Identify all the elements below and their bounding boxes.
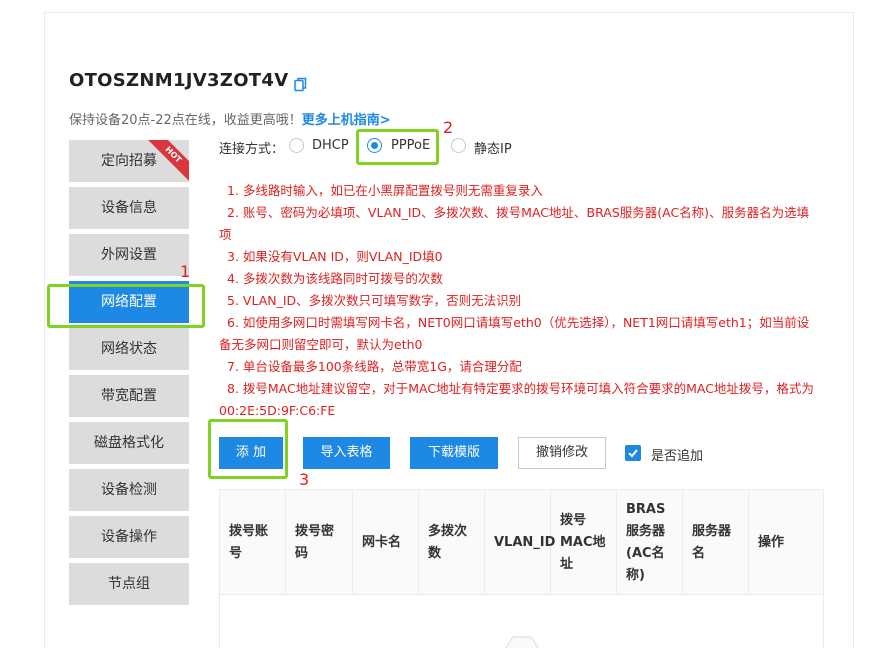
sidebar-item-bandwidth-config[interactable]: 带宽配置	[69, 375, 189, 417]
sidebar-item-node-group[interactable]: 节点组	[69, 563, 189, 605]
add-button[interactable]: 添 加	[219, 437, 283, 469]
sidebar-item-wan-settings[interactable]: 外网设置	[69, 234, 189, 276]
radio-pppoe[interactable]	[367, 138, 382, 153]
append-checkbox-label[interactable]: 是否追加	[651, 445, 703, 464]
radio-dhcp[interactable]	[289, 138, 304, 153]
import-table-button[interactable]: 导入表格	[303, 437, 390, 469]
radio-static-ip-label[interactable]: 静态IP	[474, 138, 512, 157]
column-header-actions: 操作	[758, 534, 785, 550]
column-header-nic-name: 网卡名	[353, 490, 419, 595]
empty-state-icon	[505, 636, 539, 648]
sidebar-item-network-status[interactable]: 网络状态	[69, 328, 189, 370]
annotation-number-3: 3	[299, 470, 310, 489]
sidebar-item-device-info[interactable]: 设备信息	[69, 187, 189, 229]
radio-static-ip[interactable]	[451, 138, 466, 153]
online-notice: 保持设备20点-22点在线，收益更高哦！更多上机指南>	[69, 109, 391, 128]
instruction-item: 5. VLAN_ID、多拨次数只可填写数字，否则无法识别	[227, 293, 522, 308]
radio-pppoe-label[interactable]: PPPoE	[391, 138, 430, 153]
sidebar-item-directed-recruit[interactable]: 定向招募 HOT	[69, 140, 189, 182]
instruction-item: 6. 如使用多网口时需填写网卡名，NET0网口请填写eth0（优先选择），NET…	[219, 315, 810, 352]
sidebar-item-label: 节点组	[108, 576, 150, 592]
guide-link[interactable]: 更多上机指南>	[302, 113, 391, 128]
column-header-account: 拨号账号	[220, 490, 286, 595]
instruction-item: 3. 如果没有VLAN ID，则VLAN_ID填0	[227, 249, 443, 264]
sidebar-item-label: 带宽配置	[101, 388, 157, 404]
instruction-item: 2. 账号、密码为必填项、VLAN_ID、多拨次数、拨号MAC地址、BRAS服务…	[219, 205, 810, 242]
radio-dhcp-label[interactable]: DHCP	[312, 138, 349, 153]
connection-type-label: 连接方式：	[219, 142, 285, 157]
append-checkbox[interactable]	[625, 445, 641, 461]
copy-icon[interactable]	[294, 77, 307, 92]
column-header-bras-server: BRAS服务器(AC名称)	[617, 490, 683, 595]
sidebar-item-label: 定向招募	[101, 153, 157, 169]
device-id-title: OTOSZNM1JV3ZOT4V	[69, 70, 289, 91]
sidebar-item-label: 设备操作	[101, 529, 157, 545]
annotation-box-1	[47, 284, 205, 328]
column-header-mac-address: 拨号MAC地址	[551, 490, 617, 595]
sidebar-item-label: 磁盘格式化	[94, 435, 164, 451]
sidebar-item-label: 外网设置	[101, 247, 157, 263]
sidebar-item-label: 设备检测	[101, 482, 157, 498]
instruction-item: 8. 拨号MAC地址建议留空，对于MAC地址有特定要求的拨号环境可填入符合要求的…	[219, 381, 814, 418]
download-template-button[interactable]: 下载模版	[410, 437, 498, 469]
sidebar-item-disk-format[interactable]: 磁盘格式化	[69, 422, 189, 464]
instruction-item: 7. 单台设备最多100条线路，总带宽1G，请合理分配	[227, 359, 522, 374]
column-header-multi-dial: 多拨次数	[419, 490, 485, 595]
dial-lines-table: 拨号账号 拨号密码 网卡名 多拨次数 VLAN_ID 拨号MAC地址 BRAS服…	[219, 489, 824, 648]
sidebar-item-label: 设备信息	[101, 200, 157, 216]
sidebar-item-device-ops[interactable]: 设备操作	[69, 516, 189, 558]
column-header-server-name: 服务器名	[683, 490, 749, 595]
sidebar-item-device-check[interactable]: 设备检测	[69, 469, 189, 511]
annotation-number-1: 1	[180, 262, 191, 281]
check-icon	[628, 449, 638, 458]
annotation-number-2: 2	[443, 118, 454, 137]
table-header: 拨号账号 拨号密码 网卡名 多拨次数 VLAN_ID 拨号MAC地址 BRAS服…	[220, 490, 823, 595]
instruction-item: 1. 多线路时输入，如已在小黑屏配置拨号则无需重复录入	[227, 183, 543, 198]
instruction-item: 4. 多拨次数为该线路同时可拨号的次数	[227, 271, 443, 286]
online-notice-text: 保持设备20点-22点在线，收益更高哦！	[69, 113, 302, 128]
column-header-vlan-id: VLAN_ID	[485, 490, 555, 595]
sidebar-item-label: 网络状态	[101, 341, 157, 357]
instructions-list: 1. 多线路时输入，如已在小黑屏配置拨号则无需重复录入 2. 账号、密码为必填项…	[219, 180, 819, 422]
column-header-password: 拨号密码	[286, 490, 353, 595]
revert-changes-button[interactable]: 撤销修改	[518, 437, 606, 469]
